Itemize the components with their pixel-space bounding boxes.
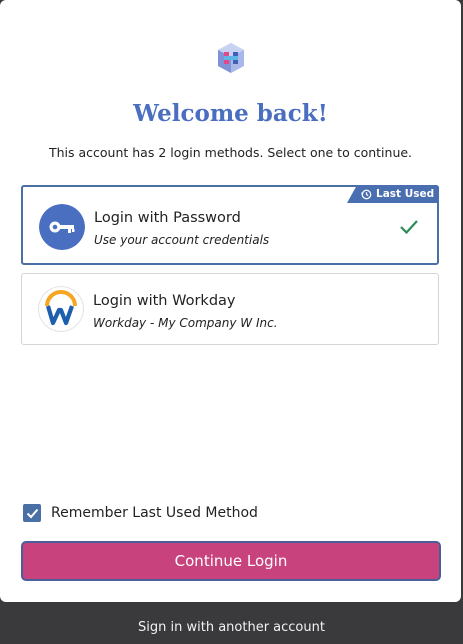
workday-logo-icon (38, 286, 84, 332)
continue-login-button[interactable]: Continue Login (21, 541, 441, 581)
checkbox-check-icon (26, 508, 38, 518)
last-used-badge: Last Used (347, 185, 439, 203)
method-title: Login with Password (94, 210, 241, 226)
history-icon (361, 189, 372, 199)
method-subtitle: Workday - My Company W Inc. (93, 316, 278, 330)
login-method-password[interactable]: Last Used Login with Password Use your a… (21, 185, 439, 265)
remember-method-toggle[interactable]: Remember Last Used Method (23, 504, 258, 522)
sign-in-another-account-link[interactable]: Sign in with another account (0, 620, 463, 635)
page-subtitle: This account has 2 login methods. Select… (48, 145, 413, 160)
badge-label: Last Used (376, 188, 435, 200)
checkmark-icon (400, 220, 418, 235)
method-title: Login with Workday (93, 293, 236, 309)
login-card: Welcome back! This account has 2 login m… (0, 0, 461, 602)
method-subtitle: Use your account credentials (94, 233, 270, 247)
remember-label: Remember Last Used Method (51, 505, 258, 521)
brand-logo-icon (218, 43, 244, 73)
remember-checkbox[interactable] (23, 504, 41, 522)
key-icon (39, 204, 85, 250)
login-method-workday[interactable]: Login with Workday Workday - My Company … (21, 273, 439, 345)
page-title: Welcome back! (133, 100, 328, 127)
